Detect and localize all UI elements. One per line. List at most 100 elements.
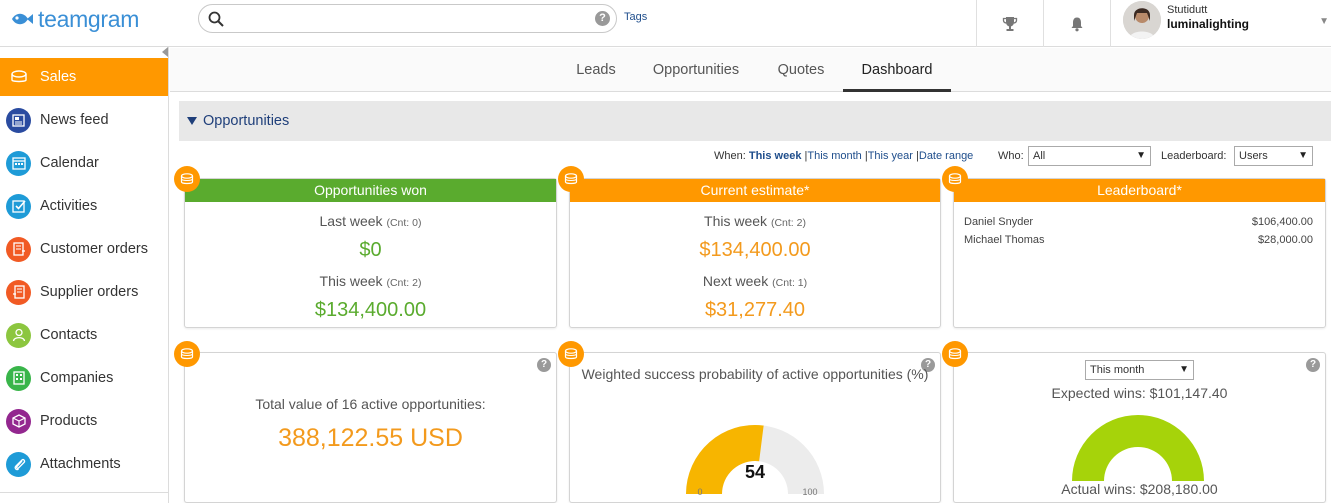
app-logo[interactable]: teamgram — [10, 6, 139, 32]
who-select-value: All — [1033, 150, 1046, 162]
bell-icon — [1071, 17, 1083, 31]
sidebar-item-label: Products — [40, 413, 98, 429]
sidebar-item-label: Sales — [40, 69, 77, 85]
search-help-icon[interactable]: ? — [595, 11, 610, 26]
when-label: When: — [714, 150, 746, 162]
leaderboard-name: Michael Thomas — [964, 234, 1045, 246]
user-name: Stutidutt — [1167, 4, 1208, 16]
supplier-icon — [6, 279, 31, 305]
sidebar-item-products[interactable]: Products — [0, 402, 168, 440]
sidebar-item-supplier-orders[interactable]: Supplier orders — [0, 273, 168, 311]
leaderboard-value: $106,400.00 — [1251, 216, 1313, 228]
sidebar-item-label: Companies — [40, 370, 114, 386]
opportunities-section-header[interactable]: Opportunities — [179, 101, 1331, 141]
amount-value: $134,400.00 — [699, 239, 811, 261]
chevron-down-icon[interactable]: ▼ — [1319, 16, 1329, 27]
when-date-range[interactable]: Date range — [919, 150, 973, 162]
leaderboard-value: $28,000.00 — [1257, 234, 1313, 246]
when-this-year[interactable]: This year — [868, 150, 913, 162]
leaderboard-card: Leaderboard* Daniel Snyder $106,400.00 M… — [953, 178, 1326, 328]
trophy-icon — [1002, 16, 1018, 31]
chevron-down-icon: ▼ — [1179, 364, 1189, 375]
paperclip-icon — [6, 451, 31, 477]
sidebar-item-label: Calendar — [40, 155, 99, 171]
section-title: Opportunities — [203, 113, 290, 129]
coins-icon — [558, 166, 584, 192]
newspaper-icon — [6, 107, 31, 133]
actual-wins: Actual wins: $208,180.00 — [1061, 481, 1218, 497]
sidebar-item-label: Supplier orders — [40, 284, 139, 300]
sidebar-item-label: Contacts — [40, 327, 98, 343]
card-title: Leaderboard* — [954, 179, 1325, 202]
sidebar-item-label: Attachments — [40, 456, 121, 472]
tab-dashboard[interactable]: Dashboard — [843, 48, 951, 92]
person-icon — [6, 322, 31, 348]
when-filter: When: This week |This month |This year |… — [714, 150, 973, 162]
coins-icon — [942, 341, 968, 367]
checkbox-icon — [6, 193, 31, 219]
collapse-sidebar-icon[interactable] — [162, 47, 168, 57]
sidebar-item-contacts[interactable]: Contacts — [0, 316, 168, 354]
tab-quotes[interactable]: Quotes — [767, 48, 835, 92]
sidebar-item-companies[interactable]: Companies — [0, 359, 168, 397]
sidebar-item-attachments[interactable]: Attachments — [0, 445, 168, 483]
opportunities-won-card: Opportunities won Last week (Cnt: 0) $0 … — [184, 178, 557, 328]
tags-link[interactable]: Tags — [624, 11, 647, 23]
sidebar-item-label: Customer orders — [40, 241, 148, 257]
help-icon[interactable]: ? — [537, 358, 551, 372]
leaderboard-label: Leaderboard: — [1161, 150, 1227, 162]
achievements-button[interactable] — [976, 0, 1043, 47]
help-icon[interactable]: ? — [1306, 358, 1320, 372]
period-label: This week (Cnt: 2) — [319, 273, 422, 289]
card-title: Current estimate* — [570, 179, 940, 202]
gauge-value: 54 — [745, 462, 765, 482]
period-label: Last week (Cnt: 0) — [319, 213, 422, 229]
sidebar-item-label: News feed — [40, 112, 109, 128]
sidebar-item-calendar[interactable]: Calendar — [0, 144, 168, 182]
period-label: This week (Cnt: 2) — [704, 213, 806, 229]
gauge-max: 100 — [802, 487, 817, 497]
period-select-value: This month — [1090, 364, 1145, 376]
coins-icon — [174, 341, 200, 367]
coins-icon — [558, 341, 584, 367]
tab-leads[interactable]: Leads — [568, 48, 624, 92]
when-this-week[interactable]: This week — [749, 150, 802, 162]
sidebar-item-label: Activities — [40, 198, 98, 214]
expected-wins: Expected wins: $101,147.40 — [1051, 385, 1228, 401]
period-label: Next week (Cnt: 1) — [702, 273, 808, 289]
fish-logo-icon — [12, 13, 33, 25]
chevron-down-icon: ▼ — [1298, 150, 1308, 161]
coins-icon — [942, 166, 968, 192]
box-icon — [6, 408, 31, 434]
sidebar: Sales News feed Calendar Activities Cust… — [0, 47, 169, 503]
sidebar-item-news-feed[interactable]: News feed — [0, 101, 168, 139]
sales-icon — [6, 65, 31, 90]
chevron-down-icon: ▼ — [1136, 150, 1146, 161]
current-estimate-card: Current estimate* This week (Cnt: 2) $13… — [569, 178, 941, 328]
sidebar-item-customer-orders[interactable]: Customer orders — [0, 230, 168, 268]
search-box[interactable]: ? — [198, 4, 617, 33]
probability-gauge: 54 0 100 — [686, 425, 824, 497]
who-select[interactable]: All ▼ — [1028, 146, 1151, 166]
gauge-fill — [1072, 415, 1204, 481]
gauge-min: 0 — [697, 487, 702, 497]
wins-card: ? This month ▼ Expected wins: $101,147.4… — [953, 352, 1326, 503]
when-this-month[interactable]: This month — [807, 150, 861, 162]
leaderboard-row: Michael Thomas $28,000.00 — [964, 234, 1313, 246]
notifications-button[interactable] — [1043, 0, 1110, 47]
card-title: Opportunities won — [185, 179, 556, 202]
calendar-icon — [6, 150, 31, 176]
sidebar-item-sales[interactable]: Sales — [0, 58, 168, 96]
total-label: Total value of 16 active opportunities: — [255, 396, 486, 412]
user-menu[interactable]: Stutidutt luminalighting ▼ — [1110, 0, 1331, 47]
period-select[interactable]: This month ▼ — [1085, 360, 1194, 380]
user-company: luminalighting — [1167, 17, 1249, 31]
order-icon — [6, 236, 31, 262]
sidebar-item-activities[interactable]: Activities — [0, 187, 168, 225]
search-icon — [208, 11, 224, 27]
amount-value: $0 — [359, 239, 382, 261]
tab-opportunities[interactable]: Opportunities — [643, 48, 749, 92]
leaderboard-select[interactable]: Users ▼ — [1234, 146, 1313, 166]
probability-card: ? Weighted success probability of active… — [569, 352, 941, 503]
top-bar: teamgram ? Tags Stutidutt luminalighting… — [0, 0, 1331, 47]
